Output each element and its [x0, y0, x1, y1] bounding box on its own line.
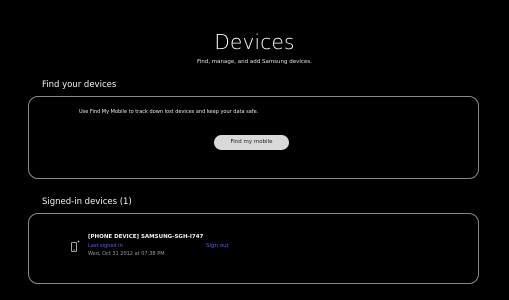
- last-signed-in-label: Last signed in: [88, 243, 123, 249]
- signed-in-devices-card: [PHONE DEVICE] SAMSUNG-SGH-I747 Last sig…: [28, 213, 479, 284]
- find-my-mobile-description: Use Find My Mobile to track down lost de…: [79, 109, 259, 115]
- sign-out-link[interactable]: Sign out: [206, 243, 229, 249]
- find-my-mobile-button[interactable]: Find my mobile: [214, 135, 289, 150]
- page-subtitle: Find, manage, and add Samsung devices.: [197, 59, 312, 65]
- last-signed-in-date: Wed, Oct 31 2012 at 07:38 PM: [88, 251, 165, 257]
- phone-icon: [71, 240, 80, 252]
- page-title: Devices: [214, 30, 295, 54]
- find-devices-card: Use Find My Mobile to track down lost de…: [28, 96, 479, 179]
- signed-in-devices-heading: Signed-in devices (1): [42, 197, 132, 207]
- find-devices-heading: Find your devices: [42, 80, 117, 90]
- device-name: [PHONE DEVICE] SAMSUNG-SGH-I747: [88, 234, 204, 240]
